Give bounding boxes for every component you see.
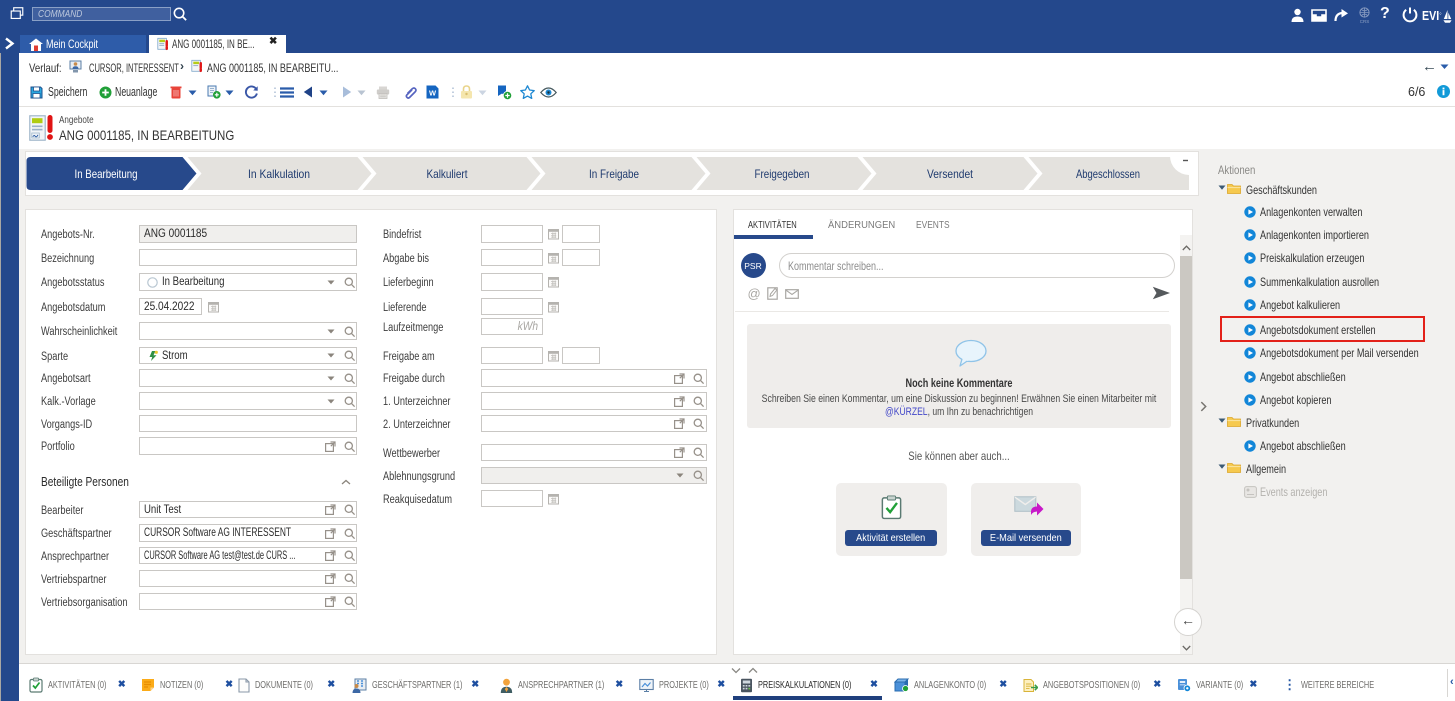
svg-text:Versendet: Versendet xyxy=(927,167,974,181)
svg-text:W: W xyxy=(429,89,437,98)
svg-text:In Freigabe: In Freigabe xyxy=(589,167,639,181)
svg-text:In Bearbeitung: In Bearbeitung xyxy=(75,167,138,181)
svg-text:Kalkuliert: Kalkuliert xyxy=(427,167,469,181)
svg-text:Freigegeben: Freigegeben xyxy=(755,167,810,181)
svg-text:In Kalkulation: In Kalkulation xyxy=(248,167,310,181)
svg-text:CRS: CRS xyxy=(1360,19,1370,24)
svg-text:Abgeschlossen: Abgeschlossen xyxy=(1076,167,1140,181)
